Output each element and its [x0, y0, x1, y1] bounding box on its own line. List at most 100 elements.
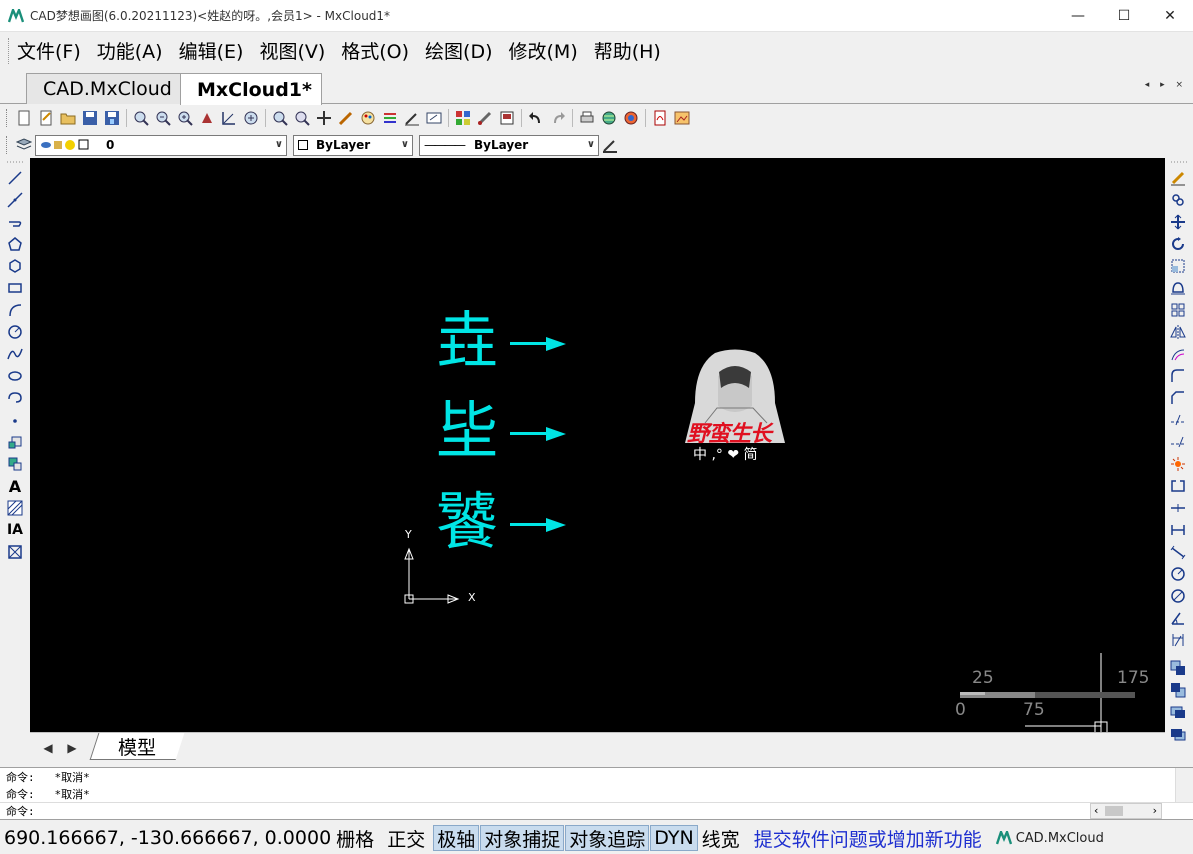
spline-icon[interactable]: [5, 344, 25, 364]
otrack-toggle[interactable]: 对象追踪: [565, 825, 650, 851]
fillet-icon[interactable]: [1168, 366, 1188, 386]
print-icon[interactable]: [576, 107, 598, 129]
menu-function[interactable]: 功能(A): [97, 37, 163, 64]
command-scrollbar[interactable]: [1175, 768, 1193, 802]
menu-format[interactable]: 格式(O): [341, 37, 409, 64]
trim-icon[interactable]: [1168, 410, 1188, 430]
grid-color-icon[interactable]: [452, 107, 474, 129]
minimize-button[interactable]: —: [1055, 0, 1101, 31]
tab-model[interactable]: 模型: [89, 733, 185, 760]
break-icon[interactable]: [1168, 476, 1188, 496]
redo-icon[interactable]: [547, 107, 569, 129]
pan-icon[interactable]: [196, 107, 218, 129]
scroll-right-icon[interactable]: ›: [1153, 804, 1157, 817]
rectangle-icon[interactable]: [5, 278, 25, 298]
pen-icon[interactable]: [335, 107, 357, 129]
make-block-icon[interactable]: [5, 454, 25, 474]
palette-icon[interactable]: [357, 107, 379, 129]
line-icon[interactable]: [5, 168, 25, 188]
layers-icon[interactable]: [379, 107, 401, 129]
dim-angular-icon[interactable]: [1168, 608, 1188, 628]
globe-icon[interactable]: [598, 107, 620, 129]
command-prompt[interactable]: 命令:: [6, 803, 35, 819]
text-icon[interactable]: A: [5, 476, 25, 496]
offset-icon[interactable]: [1168, 344, 1188, 364]
join-icon[interactable]: [1168, 498, 1188, 518]
hatch-icon[interactable]: [5, 498, 25, 518]
move-icon[interactable]: [313, 107, 335, 129]
draworder-above-icon[interactable]: [1168, 702, 1188, 722]
dim-baseline-icon[interactable]: [1168, 630, 1188, 650]
hexagon-icon[interactable]: [5, 256, 25, 276]
dim-linear-icon[interactable]: [1168, 520, 1188, 540]
mtext-icon[interactable]: IA: [5, 520, 25, 540]
menu-modify[interactable]: 修改(M): [509, 37, 578, 64]
polyline-icon[interactable]: [5, 212, 25, 232]
scroll-thumb[interactable]: [1105, 806, 1123, 816]
save-icon[interactable]: [79, 107, 101, 129]
toolbar-grip[interactable]: [5, 158, 25, 166]
osnap-toggle[interactable]: 对象捕捉: [480, 825, 565, 851]
browser-icon[interactable]: [620, 107, 642, 129]
match-prop-icon[interactable]: [401, 107, 423, 129]
move-cross-icon[interactable]: [1168, 212, 1188, 232]
horizontal-scrollbar[interactable]: ‹ ›: [1090, 803, 1162, 819]
zoom-previous-icon[interactable]: [269, 107, 291, 129]
window-icon[interactable]: [423, 107, 445, 129]
layer-select[interactable]: 0 ∨: [35, 134, 287, 156]
save-as-icon[interactable]: [101, 107, 123, 129]
polygon-icon[interactable]: [5, 234, 25, 254]
copy-icon[interactable]: [1168, 190, 1188, 210]
toolbar-grip[interactable]: [1169, 158, 1189, 166]
grid-toggle[interactable]: 栅格: [333, 825, 377, 851]
tab-nav-controls[interactable]: ◂ ▸ ×: [1145, 80, 1187, 90]
zoom-scale-icon[interactable]: [291, 107, 313, 129]
image-export-icon[interactable]: [671, 107, 693, 129]
measure-icon[interactable]: [218, 107, 240, 129]
polar-toggle[interactable]: 极轴: [433, 825, 480, 851]
dyn-toggle[interactable]: DYN: [650, 825, 698, 851]
menu-edit[interactable]: 编辑(E): [179, 37, 244, 64]
brush-icon[interactable]: [474, 107, 496, 129]
lineweight-toggle[interactable]: 线宽: [699, 825, 743, 851]
table-icon[interactable]: [5, 542, 25, 562]
print-preview-icon[interactable]: [496, 107, 518, 129]
point-icon[interactable]: [5, 410, 25, 430]
ellipse-icon[interactable]: [5, 366, 25, 386]
zoom-realtime-icon[interactable]: [130, 107, 152, 129]
menu-view[interactable]: 视图(V): [259, 37, 325, 64]
erase-icon[interactable]: [1168, 168, 1188, 188]
menu-help[interactable]: 帮助(H): [594, 37, 661, 64]
zoom-extents-icon[interactable]: [240, 107, 262, 129]
drawing-canvas[interactable]: 垚 坒 饕 野蛮生长 中 ,° ❤ 简 Y X 25 175 0 75: [30, 158, 1165, 732]
open-folder-icon[interactable]: [57, 107, 79, 129]
lineweight-icon[interactable]: [599, 134, 621, 156]
color-select[interactable]: ByLayer ∨: [293, 134, 413, 156]
layout-prev-button[interactable]: ◀: [38, 738, 58, 758]
dim-radius-icon[interactable]: [1168, 564, 1188, 584]
scroll-left-icon[interactable]: ‹: [1094, 804, 1098, 817]
pdf-icon[interactable]: [649, 107, 671, 129]
ortho-toggle[interactable]: 正交: [384, 825, 428, 851]
draworder-front-icon[interactable]: [1168, 658, 1188, 678]
insert-block-icon[interactable]: [5, 432, 25, 452]
toolbar-grip[interactable]: [6, 109, 9, 127]
ellipse-arc-icon[interactable]: [5, 388, 25, 408]
close-button[interactable]: ✕: [1147, 0, 1193, 31]
circle-icon[interactable]: [5, 322, 25, 342]
toolbar-grip[interactable]: [6, 136, 9, 154]
draworder-under-icon[interactable]: [1168, 724, 1188, 744]
undo-icon[interactable]: [525, 107, 547, 129]
rotate-icon[interactable]: [1168, 234, 1188, 254]
extend-icon[interactable]: [1168, 432, 1188, 452]
arc-icon[interactable]: [5, 300, 25, 320]
explode-icon[interactable]: [1168, 454, 1188, 474]
tab-cad-mxcloud[interactable]: CAD.MxCloud: [26, 73, 182, 104]
zoom-in-icon[interactable]: [174, 107, 196, 129]
menu-draw[interactable]: 绘图(D): [425, 37, 492, 64]
linetype-select[interactable]: ———— ByLayer ∨: [419, 134, 599, 156]
xline-icon[interactable]: [5, 190, 25, 210]
layout-next-button[interactable]: ▶: [62, 738, 82, 758]
scale-icon[interactable]: [1168, 256, 1188, 276]
feedback-link[interactable]: 提交软件问题或增加新功能: [754, 825, 982, 852]
